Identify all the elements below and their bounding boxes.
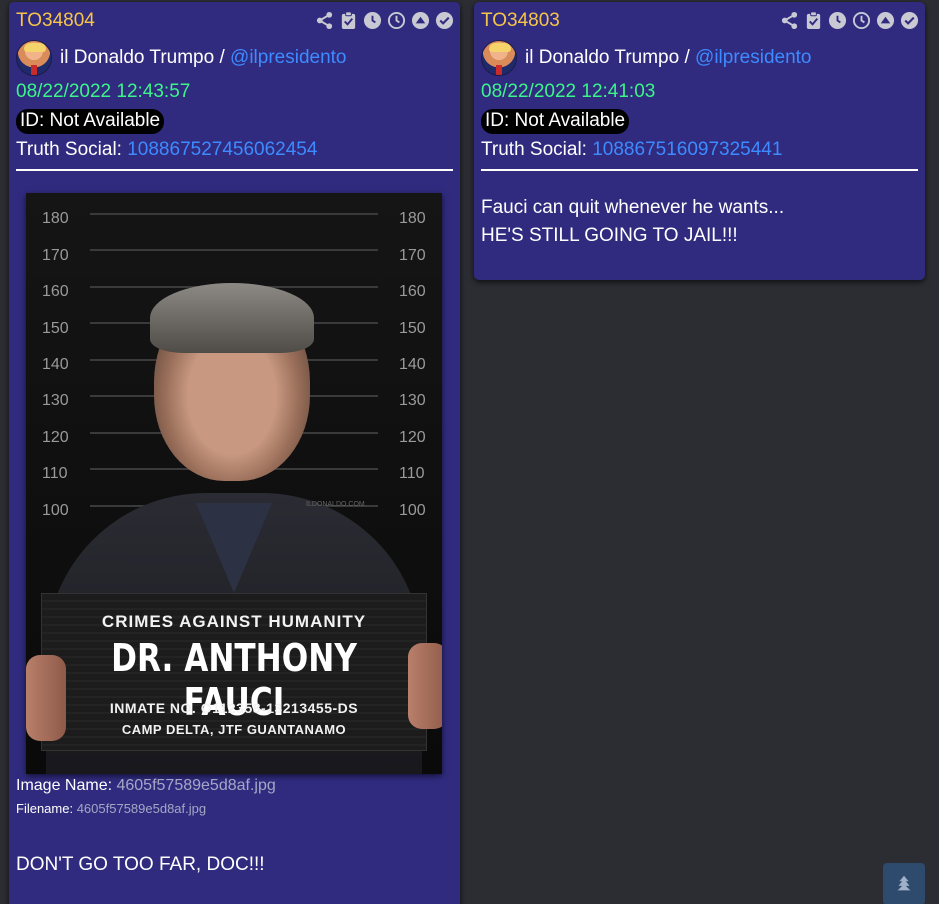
post-body: DON'T GO TOO FAR, DOC!!! xyxy=(16,851,265,879)
mugshot-placard: CRIMES AGAINST HUMANITY DR. ANTHONY FAUC… xyxy=(41,593,427,751)
avatar xyxy=(481,40,517,76)
post-body-line: HE'S STILL GOING TO JAIL!!! xyxy=(481,225,738,246)
height-mark: 120 xyxy=(42,429,69,446)
divider xyxy=(481,169,918,171)
share-icon[interactable] xyxy=(315,11,334,30)
clock-outline-icon[interactable] xyxy=(387,11,406,30)
share-icon[interactable] xyxy=(780,11,799,30)
hair xyxy=(150,283,314,353)
author-name: il Donaldo Trumpo / xyxy=(525,47,696,68)
clock-filled-icon[interactable] xyxy=(363,11,382,30)
clock-filled-icon[interactable] xyxy=(828,11,847,30)
height-mark: 170 xyxy=(399,247,426,264)
placard-inmate-number: INMATE NO. O112358-13213455-DS xyxy=(109,700,359,716)
check-circle-icon[interactable] xyxy=(435,11,454,30)
height-mark: 160 xyxy=(42,283,69,300)
height-line xyxy=(90,249,378,251)
post-body-line: DON'T GO TOO FAR, DOC!!! xyxy=(16,854,265,875)
placard-heading: CRIMES AGAINST HUMANITY xyxy=(101,612,367,631)
author-handle-link[interactable]: @ilpresidento xyxy=(695,47,811,68)
right-hand xyxy=(408,643,442,729)
height-mark: 100 xyxy=(399,502,426,519)
height-mark: 130 xyxy=(42,392,69,409)
height-mark: 180 xyxy=(42,210,69,227)
height-mark: 110 xyxy=(42,465,68,482)
filename-value[interactable]: 4605f57589e5d8af.jpg xyxy=(77,801,206,816)
height-mark: 110 xyxy=(399,465,425,482)
truth-social-label: Truth Social: xyxy=(481,139,593,160)
height-mark: 140 xyxy=(399,356,426,373)
left-hand xyxy=(26,655,66,741)
watermark: ILDONALDO.COM xyxy=(306,501,365,508)
portrait xyxy=(132,283,332,533)
author-handle-link[interactable]: @ilpresidento xyxy=(230,47,346,68)
height-mark: 180 xyxy=(399,210,426,227)
post-timestamp: 08/22/2022 12:41:03 xyxy=(481,81,656,102)
author-row: il Donaldo Trumpo / @ilpresidento xyxy=(481,39,812,77)
post-timestamp: 08/22/2022 12:43:57 xyxy=(16,81,191,102)
filename-label: Filename: xyxy=(16,801,77,816)
clock-outline-icon[interactable] xyxy=(852,11,871,30)
height-mark: 160 xyxy=(399,283,426,300)
post-toolbar xyxy=(780,11,919,30)
check-circle-icon[interactable] xyxy=(900,11,919,30)
truth-social-row: Truth Social: 108867527456062454 xyxy=(16,139,317,161)
post-id[interactable]: TO34804 xyxy=(16,10,95,32)
truth-social-label: Truth Social: xyxy=(16,139,128,160)
image-name-value[interactable]: 4605f57589e5d8af.jpg xyxy=(116,777,275,794)
truth-social-row: Truth Social: 108867516097325441 xyxy=(481,139,782,161)
clipboard-check-icon[interactable] xyxy=(339,11,358,30)
post-body: Fauci can quit whenever he wants... HE'S… xyxy=(481,194,784,250)
height-line xyxy=(90,213,378,215)
post-card: TO34803 il Donaldo Trumpo / @ilpresident… xyxy=(474,2,925,280)
scroll-to-top-button[interactable] xyxy=(883,863,925,904)
height-mark: 120 xyxy=(399,429,426,446)
post-image[interactable]: 180 170 160 150 140 130 120 110 100 180 … xyxy=(26,193,442,774)
image-name-row: Image Name: 4605f57589e5d8af.jpg xyxy=(16,777,276,795)
height-mark: 100 xyxy=(42,502,69,519)
author-name: il Donaldo Trumpo / xyxy=(60,47,231,68)
truth-social-link[interactable]: 108867527456062454 xyxy=(127,139,317,160)
post-toolbar xyxy=(315,11,454,30)
height-mark: 150 xyxy=(42,320,69,337)
chevron-up-circle-icon[interactable] xyxy=(411,11,430,30)
placard-location: CAMP DELTA, JTF GUANTANAMO xyxy=(121,722,347,737)
height-mark: 170 xyxy=(42,247,69,264)
avatar xyxy=(16,40,52,76)
author-row: il Donaldo Trumpo / @ilpresidento xyxy=(16,39,347,77)
tree-icon xyxy=(897,875,911,891)
height-mark: 150 xyxy=(399,320,426,337)
divider xyxy=(16,169,453,171)
image-name-label: Image Name: xyxy=(16,777,117,794)
filename-row: Filename: 4605f57589e5d8af.jpg xyxy=(16,801,206,816)
clipboard-check-icon[interactable] xyxy=(804,11,823,30)
id-badge: ID: Not Available xyxy=(481,109,630,134)
chevron-up-circle-icon[interactable] xyxy=(876,11,895,30)
height-mark: 130 xyxy=(399,392,426,409)
post-card: TO34804 il Donaldo Trumpo / @ilpresident… xyxy=(9,2,460,904)
height-mark: 140 xyxy=(42,356,69,373)
post-id[interactable]: TO34803 xyxy=(481,10,560,32)
truth-social-link[interactable]: 108867516097325441 xyxy=(592,139,782,160)
id-badge: ID: Not Available xyxy=(16,109,165,134)
post-body-line: Fauci can quit whenever he wants... xyxy=(481,197,785,218)
